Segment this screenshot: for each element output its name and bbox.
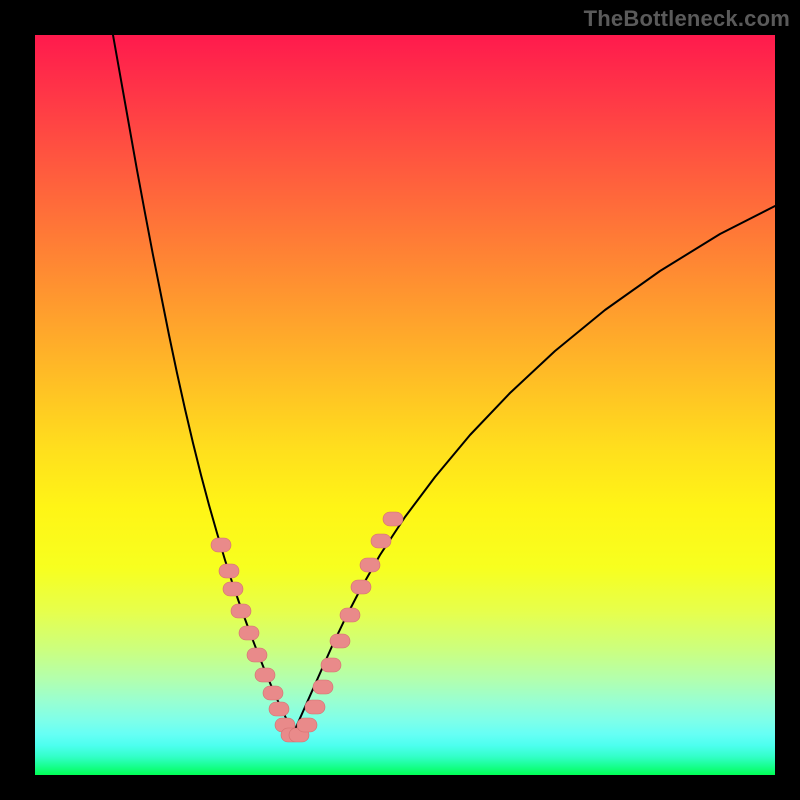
data-marker <box>330 634 350 648</box>
data-marker <box>231 604 251 618</box>
data-marker <box>247 648 267 662</box>
data-marker <box>371 534 391 548</box>
data-marker <box>321 658 341 672</box>
curve-left-curve <box>113 35 293 734</box>
data-marker <box>211 538 231 552</box>
marker-layer <box>211 512 403 742</box>
curve-layer <box>113 35 775 734</box>
data-marker <box>305 700 325 714</box>
data-marker <box>313 680 333 694</box>
data-marker <box>340 608 360 622</box>
outer-frame: TheBottleneck.com <box>0 0 800 800</box>
data-marker <box>297 718 317 732</box>
data-marker <box>360 558 380 572</box>
watermark-text: TheBottleneck.com <box>584 6 790 32</box>
data-marker <box>383 512 403 526</box>
data-marker <box>255 668 275 682</box>
data-marker <box>351 580 371 594</box>
curve-right-curve <box>293 206 775 734</box>
data-marker <box>269 702 289 716</box>
plot-area <box>35 35 775 775</box>
data-marker <box>239 626 259 640</box>
chart-svg <box>35 35 775 775</box>
data-marker <box>263 686 283 700</box>
data-marker <box>219 564 239 578</box>
data-marker <box>223 582 243 596</box>
